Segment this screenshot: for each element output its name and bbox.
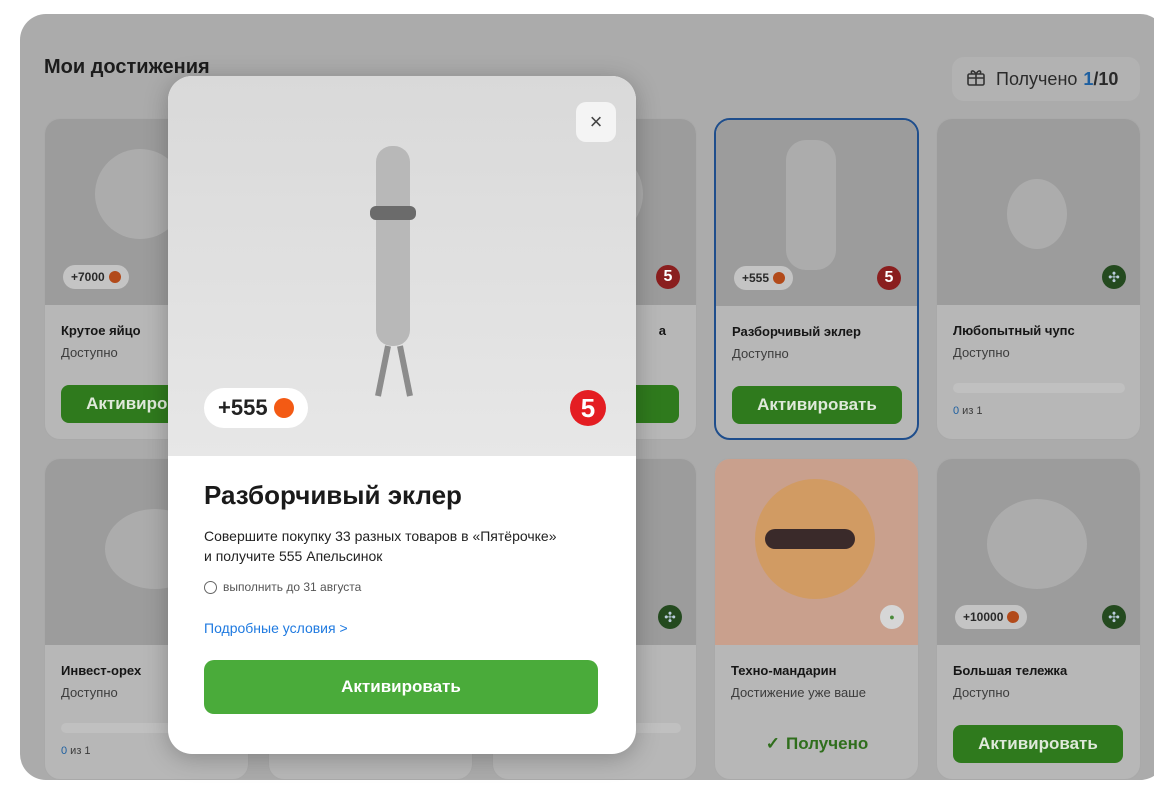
eclair-character-image xyxy=(370,146,416,397)
coin-icon xyxy=(773,272,786,284)
progress-text: 0 из 1 xyxy=(953,405,983,417)
progress-bar xyxy=(953,383,1125,393)
partner-logo-icon: ✣ xyxy=(658,605,682,629)
coin-icon xyxy=(108,271,121,283)
reward-badge: +10000 xyxy=(955,605,1028,629)
modal-description: Совершите покупку 33 разных товаров в «П… xyxy=(204,528,557,564)
achievement-status: Доступно xyxy=(61,685,118,700)
achievement-status: Достижение уже ваше xyxy=(731,685,866,700)
achievement-name: Большая тележка xyxy=(953,663,1068,678)
pyaterochka-logo-icon: 5 xyxy=(570,390,606,426)
modal-title: Разборчивый эклер xyxy=(204,480,462,510)
clock-icon xyxy=(204,580,217,594)
reward-badge: +7000 xyxy=(63,265,129,289)
achievement-card-selected[interactable]: +555 5 Разборчивый эклер Доступно Активи… xyxy=(714,118,919,440)
activate-button[interactable]: Активировать xyxy=(953,725,1123,763)
achievement-modal: × +555 5 Разборчивый эклер Совершите пок… xyxy=(168,76,636,754)
orange-coin-icon xyxy=(273,398,294,418)
achievement-name: а xyxy=(658,323,666,338)
close-button[interactable]: × xyxy=(576,102,616,142)
gift-icon xyxy=(966,67,986,92)
progress-text: 0 из 1 xyxy=(61,745,91,757)
deadline: выполнить до 31 августа xyxy=(204,580,361,594)
achievement-card[interactable]: ✣ Любопытный чупс Доступно 0 из 1 xyxy=(936,118,1141,440)
reward-badge: +555 xyxy=(204,388,308,428)
activate-button-primary[interactable]: Активировать xyxy=(204,660,598,714)
close-icon: × xyxy=(589,109,603,134)
achievement-name: Разборчивый эклер xyxy=(732,324,861,339)
deadline-text: выполнить до 31 августа xyxy=(223,580,362,594)
achievement-status: Доступно xyxy=(953,345,1010,360)
achievement-name: Крутое яйцо xyxy=(61,323,141,338)
details-link[interactable]: Подробные условия > xyxy=(204,620,348,636)
partner-logo-icon: ✣ xyxy=(1102,265,1126,289)
pyaterochka-logo-icon: 5 xyxy=(877,266,901,290)
achievement-status: Доступно xyxy=(732,346,789,361)
achievement-status: Доступно xyxy=(61,345,118,360)
received-count: 1 xyxy=(1083,68,1094,89)
reward-amount: +555 xyxy=(218,395,268,420)
checkmark-icon: ✓ xyxy=(765,734,781,753)
received-label: Получено xyxy=(996,68,1078,89)
achievement-name: Любопытный чупс xyxy=(953,323,1075,338)
partner-logo-icon: ✣ xyxy=(1102,605,1126,629)
partner-logo-icon: ● xyxy=(880,605,904,629)
received-counter[interactable]: Получено 1/10 xyxy=(952,57,1140,101)
received-status: ✓ Получено xyxy=(765,734,869,753)
coin-icon xyxy=(1007,611,1020,623)
achievement-card-received[interactable]: ● Техно-мандарин Достижение уже ваше ✓ По… xyxy=(714,458,919,780)
chevron-right-icon: > xyxy=(339,620,348,636)
reward-badge: +555 xyxy=(734,266,794,290)
activate-button[interactable]: Активировать xyxy=(732,386,902,424)
pyaterochka-logo-icon: 5 xyxy=(656,265,680,289)
achievement-status: Доступно xyxy=(953,685,1010,700)
achievement-name: Инвест-орех xyxy=(61,663,142,678)
received-total: /10 xyxy=(1093,68,1119,89)
achievement-name: Техно-мандарин xyxy=(731,663,837,678)
achievement-card[interactable]: +10000 ✣ Большая тележка Доступно Активи… xyxy=(936,458,1141,780)
